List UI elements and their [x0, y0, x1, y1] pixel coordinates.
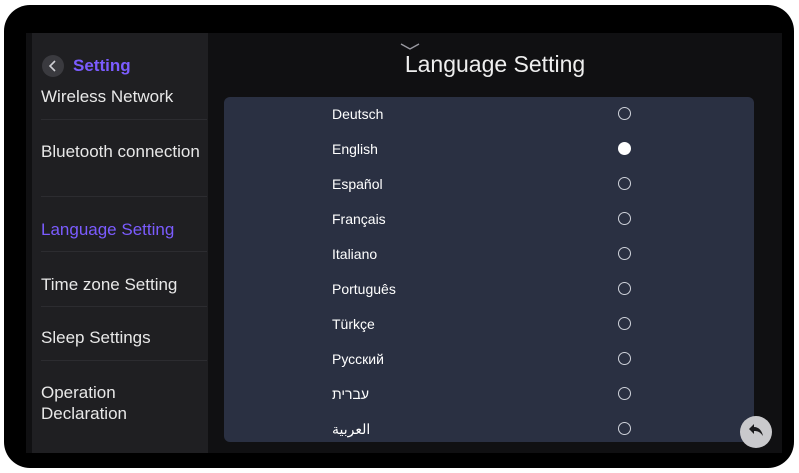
radio-button[interactable] [618, 387, 631, 400]
screen: Setting Wireless Network Bluetooth conne… [26, 33, 782, 453]
divider [41, 196, 207, 197]
return-arrow-icon [747, 422, 765, 443]
radio-button[interactable] [618, 177, 631, 190]
chevron-left-icon[interactable] [42, 55, 64, 77]
language-option-english[interactable]: English [224, 132, 754, 167]
sidebar-item-time-zone-setting[interactable]: Time zone Setting [41, 274, 201, 295]
divider [41, 119, 207, 120]
radio-button[interactable] [618, 352, 631, 365]
radio-button[interactable] [618, 282, 631, 295]
language-option-russian[interactable]: Русский [224, 342, 754, 377]
divider [41, 306, 207, 307]
sidebar-item-operation-declaration[interactable]: Operation Declaration [41, 382, 201, 424]
radio-button[interactable] [618, 107, 631, 120]
language-option-turkce[interactable]: Türkçe [224, 307, 754, 342]
radio-button[interactable] [618, 422, 631, 435]
language-label: Italiano [332, 246, 378, 262]
device-bezel: Setting Wireless Network Bluetooth conne… [4, 5, 794, 468]
language-label: Français [332, 211, 386, 227]
language-option-italiano[interactable]: Italiano [224, 237, 754, 272]
language-option-hebrew[interactable]: עברית [224, 377, 754, 412]
language-label: Español [332, 176, 383, 192]
return-button[interactable] [740, 416, 772, 448]
sidebar-item-sleep-settings[interactable]: Sleep Settings [41, 327, 201, 348]
language-option-arabic[interactable]: العربية [224, 412, 754, 447]
page-title: Language Setting [404, 51, 586, 77]
language-label: العربية [332, 421, 371, 437]
language-option-deutsch[interactable]: Deutsch [224, 97, 754, 132]
language-option-francais[interactable]: Français [224, 202, 754, 237]
back-button[interactable]: Setting [42, 54, 131, 78]
sidebar-title: Setting [73, 56, 131, 75]
radio-button[interactable] [618, 317, 631, 330]
language-list: Deutsch English Español Français Italian… [224, 97, 754, 442]
sidebar-item-wireless-network[interactable]: Wireless Network [41, 86, 201, 107]
sidebar-item-language-setting[interactable]: Language Setting [41, 219, 201, 240]
sidebar: Setting Wireless Network Bluetooth conne… [32, 33, 208, 453]
sidebar-item-bluetooth-connection[interactable]: Bluetooth connection [41, 141, 201, 162]
radio-button-selected[interactable] [618, 142, 631, 155]
language-label: English [332, 141, 378, 157]
radio-button[interactable] [618, 212, 631, 225]
language-label: Deutsch [332, 106, 384, 122]
language-label: Русский [332, 351, 384, 367]
language-label: Türkçe [332, 316, 375, 332]
divider [41, 360, 207, 361]
language-label: Português [332, 281, 396, 297]
divider [41, 251, 207, 252]
language-option-espanol[interactable]: Español [224, 167, 754, 202]
radio-button[interactable] [618, 247, 631, 260]
language-option-portugues[interactable]: Português [224, 272, 754, 307]
language-label: עברית [332, 386, 370, 402]
